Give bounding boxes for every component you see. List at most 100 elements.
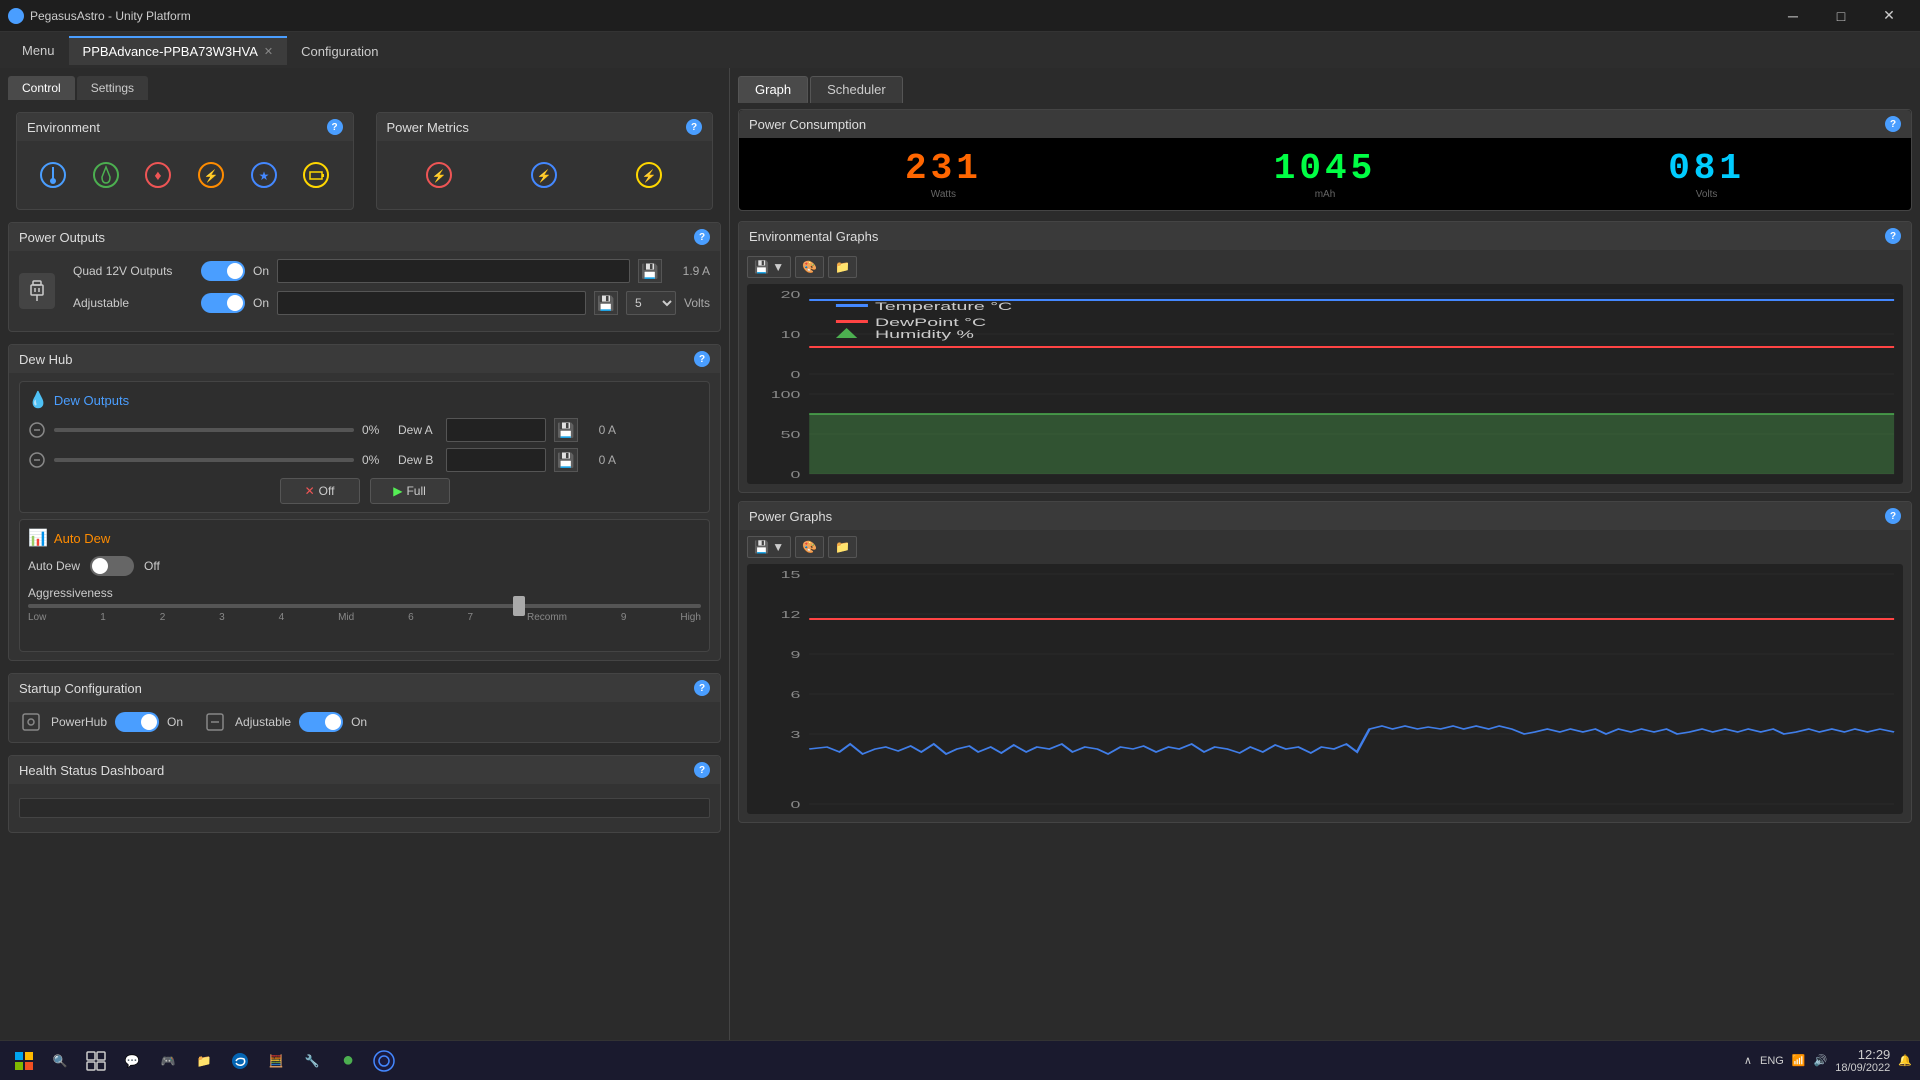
power-consumption-help-icon[interactable]: ? <box>1885 116 1901 132</box>
app-title: PegasusAstro - Unity Platform <box>30 9 1770 23</box>
taskbar-sys: ∧ ENG 📶 🔊 12:29 18/09/2022 🔔 <box>1744 1047 1912 1074</box>
dew-a-name-input[interactable] <box>446 418 546 442</box>
menu-button[interactable]: Menu <box>8 37 69 64</box>
environment-header: Environment ? <box>17 113 353 141</box>
power-graphs-help-icon[interactable]: ? <box>1885 508 1901 524</box>
taskbar-unity-icon[interactable] <box>368 1045 400 1077</box>
main-layout: Control Settings Environment ? <box>0 68 1920 1040</box>
left-panel: Control Settings Environment ? <box>0 68 730 1040</box>
power-open-btn[interactable]: 📁 <box>828 536 857 558</box>
startup-adjustable-toggle[interactable] <box>299 712 343 732</box>
aggressiveness-slider[interactable] <box>28 604 701 608</box>
power-color-btn[interactable]: 🎨 <box>795 536 824 558</box>
tab-configuration[interactable]: Configuration <box>287 36 392 65</box>
taskbar-time[interactable]: 12:29 18/09/2022 <box>1835 1047 1890 1074</box>
dew-b-icon <box>28 451 46 469</box>
health-status-header: Health Status Dashboard ? <box>9 756 720 784</box>
svg-text:0: 0 <box>790 800 800 811</box>
minimize-button[interactable]: ─ <box>1770 0 1816 32</box>
sub-tab-control[interactable]: Control <box>8 76 75 100</box>
sub-tab-settings[interactable]: Settings <box>77 76 148 100</box>
environment-icons: ♦ ⚡ ★ <box>27 149 343 201</box>
adjustable-toggle[interactable] <box>201 293 245 313</box>
taskbar-chat-icon[interactable]: 💬 <box>116 1045 148 1077</box>
svg-text:DewPoint °C: DewPoint °C <box>875 317 986 329</box>
adjustable-save-icon[interactable]: 💾 <box>594 291 618 315</box>
power-outputs-help-icon[interactable]: ? <box>694 229 710 245</box>
dew-b-name-input[interactable] <box>446 448 546 472</box>
power-metrics-body: ⚡ ⚡ ⚡ <box>377 141 713 209</box>
env-icon-temp <box>33 155 73 195</box>
startup-powerhub: PowerHub On <box>19 710 183 734</box>
auto-dew-toggle[interactable] <box>90 556 134 576</box>
env-save-btn[interactable]: 💾 ▼ <box>747 256 791 278</box>
env-graphs-help-icon[interactable]: ? <box>1885 228 1901 244</box>
taskbar-tool-icon[interactable]: 🔧 <box>296 1045 328 1077</box>
right-panel: Graph Scheduler Power Consumption ? 231 … <box>730 68 1920 1040</box>
aggressiveness-row: Aggressiveness Low 1 2 3 4 Mi <box>28 586 701 643</box>
dew-hub-help-icon[interactable]: ? <box>694 351 710 367</box>
quad-name-input[interactable] <box>277 259 630 283</box>
startup-help-icon[interactable]: ? <box>694 680 710 696</box>
quad-toggle[interactable] <box>201 261 245 281</box>
metric-sub-2: mAh <box>1274 189 1376 200</box>
startup-powerhub-toggle[interactable] <box>115 712 159 732</box>
svg-text:⚡: ⚡ <box>642 169 657 183</box>
close-button[interactable]: ✕ <box>1866 0 1912 32</box>
env-icon-humidity <box>86 155 126 195</box>
adjustable-name-input[interactable] <box>277 291 586 315</box>
start-button[interactable] <box>8 1045 40 1077</box>
taskbar-search-icon[interactable]: 🔍 <box>44 1045 76 1077</box>
env-open-btn[interactable]: 📁 <box>828 256 857 278</box>
menu-bar: Menu PPBAdvance-PPBA73W3HVA ✕ Configurat… <box>0 32 1920 68</box>
taskbar-widgets-icon[interactable] <box>80 1045 112 1077</box>
power-graphs-header: Power Graphs ? <box>739 502 1911 530</box>
show-hidden-icon[interactable]: ∧ <box>1744 1054 1752 1067</box>
taskbar-folder-icon[interactable]: 📁 <box>188 1045 220 1077</box>
startup-adjustable: Adjustable On <box>203 710 367 734</box>
taskbar-green-icon[interactable]: ● <box>332 1045 364 1077</box>
metric-value-1: 231 <box>905 148 982 189</box>
dew-b-save-icon[interactable]: 💾 <box>554 448 578 472</box>
window-controls: ─ □ ✕ <box>1770 0 1912 32</box>
dew-a-save-icon[interactable]: 💾 <box>554 418 578 442</box>
power-plug-icon <box>19 273 55 309</box>
taskbar-edge-icon[interactable] <box>224 1045 256 1077</box>
power-save-btn[interactable]: 💾 ▼ <box>747 536 791 558</box>
power-outputs-header: Power Outputs ? <box>9 223 720 251</box>
dew-a-slider[interactable] <box>54 428 354 432</box>
taskbar-game-icon[interactable]: 🎮 <box>152 1045 184 1077</box>
svg-text:20: 20 <box>781 290 801 301</box>
dew-hub-header: Dew Hub ? <box>9 345 720 373</box>
tab-scheduler[interactable]: Scheduler <box>810 76 903 103</box>
power-metrics-help-icon[interactable]: ? <box>686 119 702 135</box>
health-status-section: Health Status Dashboard ? <box>8 755 721 833</box>
svg-text:3: 3 <box>790 730 800 741</box>
maximize-button[interactable]: □ <box>1818 0 1864 32</box>
tab-close-icon[interactable]: ✕ <box>264 45 273 58</box>
env-color-btn[interactable]: 🎨 <box>795 256 824 278</box>
health-help-icon[interactable]: ? <box>694 762 710 778</box>
tab-graph[interactable]: Graph <box>738 76 808 103</box>
app-icon <box>8 8 24 24</box>
svg-text:Temperature °C: Temperature °C <box>875 301 1012 313</box>
power-metrics-display: 231 Watts 1045 mAh 081 Volts <box>739 138 1911 210</box>
svg-text:⚡: ⚡ <box>204 169 219 183</box>
env-icon-sky: ★ <box>244 155 284 195</box>
tab-ppbadvance[interactable]: PPBAdvance-PPBA73W3HVA ✕ <box>69 36 288 65</box>
dew-full-button[interactable]: ▶ Full <box>370 478 450 504</box>
quad-save-icon[interactable]: 💾 <box>638 259 662 283</box>
metric-block-2: 1045 mAh <box>1274 148 1376 200</box>
taskbar-calc-icon[interactable]: 🧮 <box>260 1045 292 1077</box>
auto-dew-title: 📊 Auto Dew <box>28 528 701 548</box>
pm-icon-2: ⚡ <box>524 155 564 195</box>
environment-help-icon[interactable]: ? <box>327 119 343 135</box>
dew-off-button[interactable]: ✕ Off <box>280 478 360 504</box>
startup-config-body: PowerHub On Adjustable On <box>9 702 720 742</box>
metric-block-3: 081 Volts <box>1668 148 1745 200</box>
volt-select[interactable]: 568912 <box>626 291 676 315</box>
taskbar-date-value: 18/09/2022 <box>1835 1062 1890 1074</box>
notification-icon[interactable]: 🔔 <box>1898 1054 1912 1067</box>
dew-b-slider[interactable] <box>54 458 354 462</box>
environment-section: Environment ? <box>16 112 354 210</box>
